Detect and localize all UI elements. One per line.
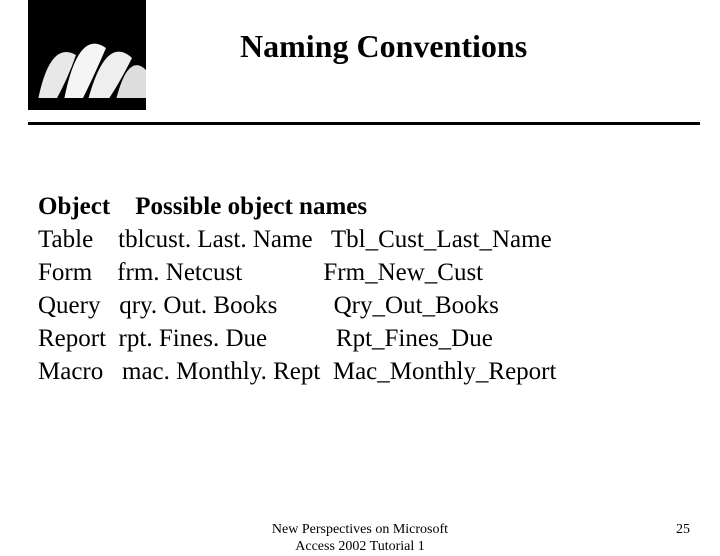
slide-title: Naming Conventions [240,28,527,65]
table-row: Report rpt. Fines. Due Rpt_Fines_Due [38,322,556,355]
table-row: Table tblcust. Last. Name Tbl_Cust_Last_… [38,223,556,256]
table-row: Query qry. Out. Books Qry_Out_Books [38,289,556,322]
footer-line1: New Perspectives on Microsoft [230,522,490,539]
footer-line2: Access 2002 Tutorial 1 [230,539,490,556]
table-row: Macro mac. Monthly. Rept Mac_Monthly_Rep… [38,355,556,388]
page-number: 25 [676,522,690,538]
title-rule [28,122,700,125]
table-row: Form frm. Netcust Frm_New_Cust [38,256,556,289]
naming-table: Object Possible object names Table tblcu… [38,190,556,388]
table-header: Object Possible object names [38,190,556,223]
logo-image [28,0,146,110]
